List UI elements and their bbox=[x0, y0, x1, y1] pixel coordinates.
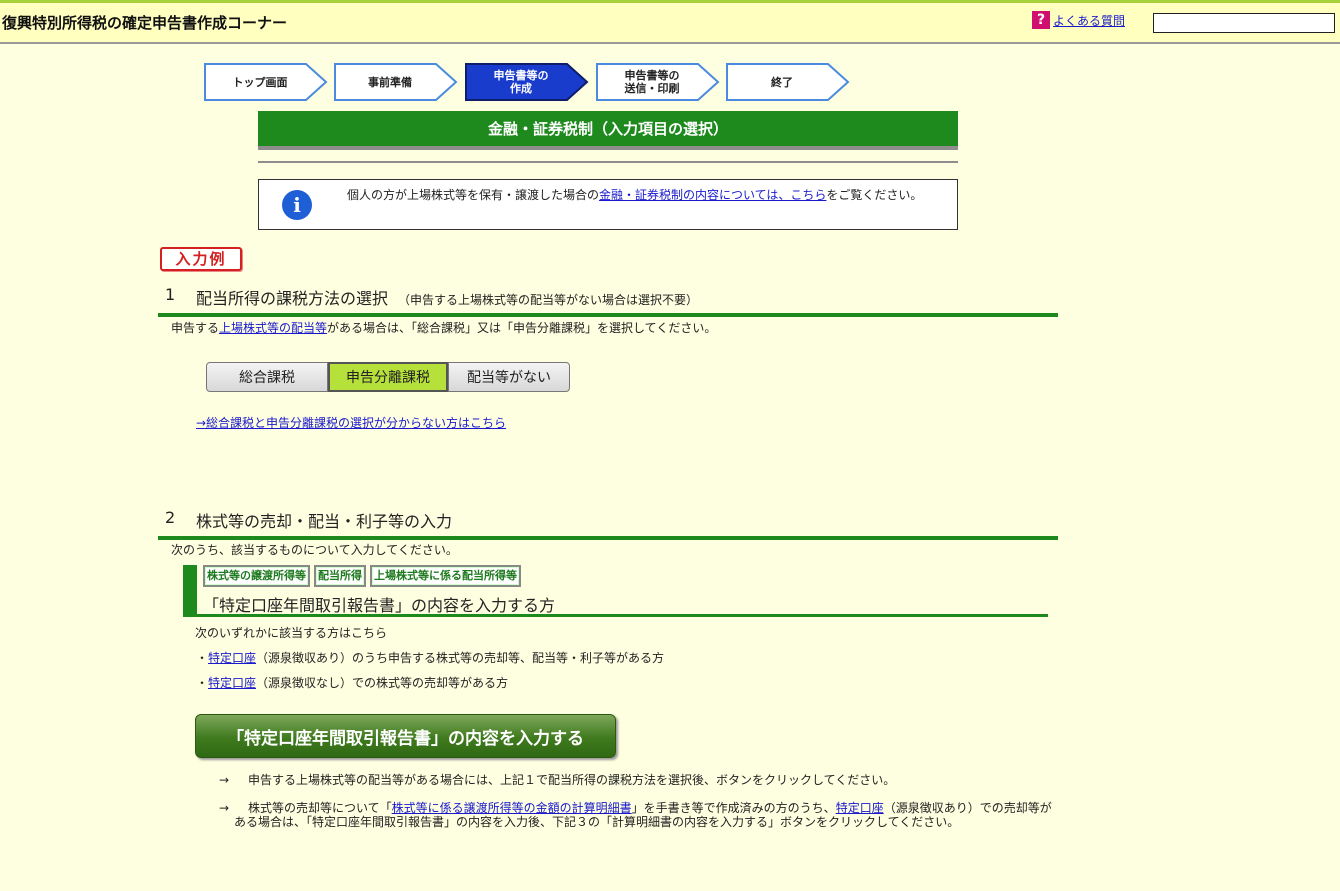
section-1-description: 申告する上場株式等の配当等がある場合は、「総合課税」又は「申告分離課税」を選択し… bbox=[171, 319, 716, 336]
section-number: 1 bbox=[165, 285, 176, 304]
info-box: i 個人の方が上場株式等を保有・譲渡した場合の金融・証券税制の内容については、こ… bbox=[258, 179, 958, 230]
specific-account-link[interactable]: 特定口座 bbox=[208, 676, 256, 690]
option-separate[interactable]: 申告分離課税 bbox=[328, 362, 448, 392]
specific-account-link[interactable]: 特定口座 bbox=[836, 801, 884, 815]
section-1-heading: 1 配当所得の課税方法の選択 （申告する上場株式等の配当等がない場合は選択不要） bbox=[158, 285, 1058, 317]
title-underline bbox=[258, 146, 958, 150]
search-input[interactable] bbox=[1153, 13, 1335, 33]
desc-after: がある場合は、「総合課税」又は「申告分離課税」を選択してください。 bbox=[327, 321, 717, 335]
info-text-before: 個人の方が上場株式等を保有・譲渡した場合の bbox=[347, 188, 600, 202]
note-text: 株式等の売却等について「株式等に係る譲渡所得等の金額の計算明細書」を手書き等で作… bbox=[234, 801, 1054, 829]
step-label: トップ画面 bbox=[232, 75, 288, 89]
note-text-part: 株式等の売却等について「 bbox=[248, 801, 392, 815]
conditions-intro: 次のいずれかに該当する方はこちら bbox=[195, 626, 388, 640]
question-icon: ? bbox=[1032, 11, 1050, 29]
arrow-icon: → bbox=[219, 773, 230, 787]
condition-text: （源泉徴収あり）のうち申告する株式等の売却等、配当等・利子等がある方 bbox=[256, 651, 665, 665]
condition-text: （源泉徴収なし）での株式等の売却等がある方 bbox=[256, 676, 509, 690]
note-2: → 株式等の売却等について「株式等に係る譲渡所得等の金額の計算明細書」を手書き等… bbox=[219, 801, 1054, 829]
listed-dividend-link[interactable]: 上場株式等の配当等 bbox=[219, 321, 327, 335]
condition-2: ・特定口座（源泉徴収なし）での株式等の売却等がある方 bbox=[196, 674, 508, 691]
info-text: 個人の方が上場株式等を保有・譲渡した場合の金融・証券税制の内容については、こちら… bbox=[337, 188, 942, 203]
page-title: 金融・証券税制（入力項目の選択） bbox=[258, 111, 958, 146]
info-icon: i bbox=[282, 190, 312, 220]
input-example-badge[interactable]: 入力例 bbox=[160, 247, 242, 271]
faq-link[interactable]: ? よくある質問 bbox=[1032, 11, 1125, 29]
section-2-heading: 2 株式等の売却・配当・利子等の入力 bbox=[158, 508, 1058, 540]
info-text-after: をご覧ください。 bbox=[826, 188, 923, 202]
subsection-underline bbox=[197, 614, 1048, 617]
section-title-text: 配当所得の課税方法の選択 bbox=[196, 289, 389, 308]
step-label: 申告書等の 作成 bbox=[493, 69, 549, 95]
tag-listed-dividend: 上場株式等に係る配当所得等 bbox=[370, 565, 521, 587]
section-number: 2 bbox=[165, 508, 176, 527]
tag-dividend: 配当所得 bbox=[314, 565, 366, 587]
subsection-title: 「特定口座年間取引報告書」の内容を入力する方 bbox=[203, 596, 556, 615]
arrow-icon: → bbox=[219, 801, 230, 815]
step-create: 申告書等の 作成 bbox=[465, 63, 589, 101]
step-label: 事前準備 bbox=[368, 75, 412, 89]
step-end: 終了 bbox=[726, 63, 850, 101]
step-prep: 事前準備 bbox=[334, 63, 458, 101]
info-link[interactable]: 金融・証券税制の内容については、こちら bbox=[599, 188, 826, 202]
divider bbox=[258, 161, 958, 163]
step-send-print: 申告書等の 送信・印刷 bbox=[596, 63, 720, 101]
step-label: 申告書等の 送信・印刷 bbox=[624, 69, 680, 95]
taxation-method-selector: 総合課税 申告分離課税 配当等がない bbox=[206, 362, 570, 392]
option-none[interactable]: 配当等がない bbox=[448, 362, 570, 392]
step-label: 終了 bbox=[771, 75, 793, 89]
bullet: ・ bbox=[196, 651, 209, 665]
subsection-marker bbox=[183, 565, 197, 617]
section-title: 株式等の売却・配当・利子等の入力 bbox=[196, 512, 453, 531]
tag-stock-transfer: 株式等の譲渡所得等 bbox=[203, 565, 310, 587]
note-text: 申告する上場株式等の配当等がある場合には、上記１で配当所得の課税方法を選択後、ボ… bbox=[248, 773, 896, 787]
section-note: （申告する上場株式等の配当等がない場合は選択不要） bbox=[398, 293, 699, 307]
section-2-description: 次のうち、該当するものについて入力してください。 bbox=[171, 543, 458, 557]
specific-account-link[interactable]: 特定口座 bbox=[208, 651, 256, 665]
note-text-part: 」を手書き等で作成済みの方のうち、 bbox=[631, 801, 836, 815]
step-top: トップ画面 bbox=[204, 63, 328, 101]
note-1: → 申告する上場株式等の配当等がある場合には、上記１で配当所得の課税方法を選択後… bbox=[219, 773, 1059, 787]
section-title: 配当所得の課税方法の選択 （申告する上場株式等の配当等がない場合は選択不要） bbox=[196, 285, 698, 309]
faq-link-label[interactable]: よくある質問 bbox=[1053, 12, 1125, 29]
taxation-help-link[interactable]: →総合課税と申告分離課税の選択が分からない方はこちら bbox=[196, 414, 506, 431]
condition-1: ・特定口座（源泉徴収あり）のうち申告する株式等の売却等、配当等・利子等がある方 bbox=[196, 649, 664, 666]
bullet: ・ bbox=[196, 676, 209, 690]
top-header: 復興特別所得税の確定申告書作成コーナー ? よくある質問 bbox=[0, 0, 1340, 44]
site-title: 復興特別所得税の確定申告書作成コーナー bbox=[2, 14, 288, 32]
option-comprehensive[interactable]: 総合課税 bbox=[206, 362, 328, 392]
income-type-tags: 株式等の譲渡所得等 配当所得 上場株式等に係る配当所得等 bbox=[203, 565, 525, 587]
enter-annual-report-button[interactable]: 「特定口座年間取引報告書」の内容を入力する bbox=[195, 714, 616, 758]
desc-before: 申告する bbox=[171, 321, 220, 335]
calculation-statement-link[interactable]: 株式等に係る譲渡所得等の金額の計算明細書 bbox=[392, 801, 632, 815]
